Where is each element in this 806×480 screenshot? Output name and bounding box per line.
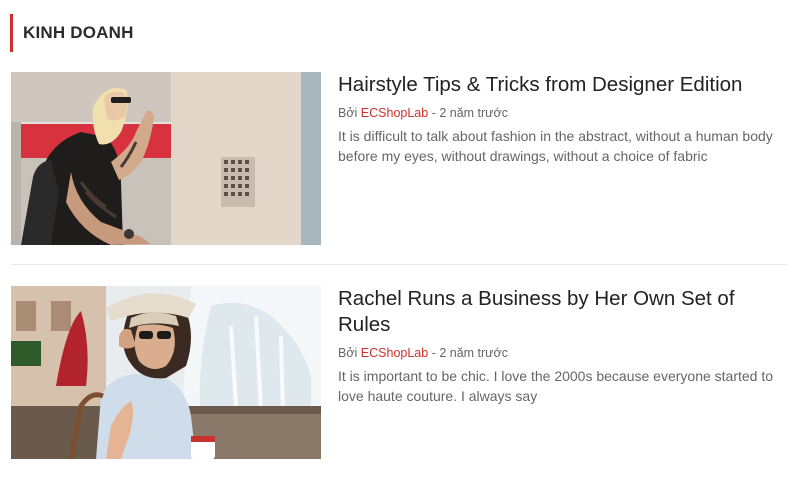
section-header: KINH DOANH [10, 14, 134, 52]
author-link[interactable]: ECShopLab [361, 106, 428, 120]
by-label: Bởi [338, 106, 358, 120]
article-thumbnail[interactable] [11, 72, 321, 245]
article-image-sunglasses-woman [11, 286, 321, 459]
article-excerpt: It is difficult to talk about fashion in… [338, 128, 773, 164]
post-date: 2 năm trước [439, 106, 508, 120]
article-thumbnail[interactable] [11, 286, 321, 459]
article-image-tattoo-woman [11, 72, 321, 245]
article-title[interactable]: Hairstyle Tips & Tricks from Designer Ed… [338, 72, 788, 98]
article-meta: Bởi ECShopLab - 2 năm trước [338, 346, 788, 360]
article-excerpt: It is important to be chic. I love the 2… [338, 368, 774, 404]
meta-separator: - [428, 106, 440, 120]
post-date: 2 năm trước [439, 346, 508, 360]
meta-separator: - [428, 346, 440, 360]
article-divider [11, 264, 787, 265]
article-title[interactable]: Rachel Runs a Business by Her Own Set of… [338, 286, 788, 338]
section-title: KINH DOANH [23, 23, 134, 42]
by-label: Bởi [338, 346, 358, 360]
article-meta: Bởi ECShopLab - 2 năm trước [338, 106, 788, 120]
author-link[interactable]: ECShopLab [361, 346, 428, 360]
